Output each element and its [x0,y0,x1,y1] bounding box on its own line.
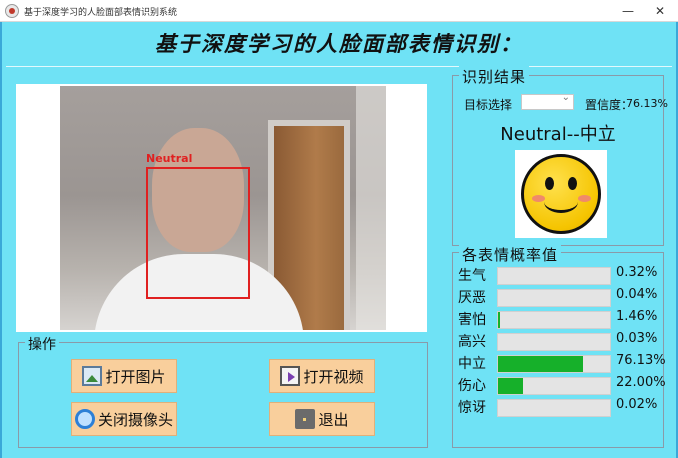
probability-row: 生气 0.32% [453,265,665,285]
camera-frame: Neutral [60,86,386,330]
probability-bar [497,355,611,373]
operations-group: 操作 打开图片 打开视频 关闭摄像头 退出 [18,334,428,448]
probability-row: 惊讶 0.02% [453,397,665,417]
probability-bar-fill [498,378,523,394]
result-legend: 识别结果 [459,66,530,87]
open-video-button[interactable]: 打开视频 [269,359,375,393]
video-icon [280,366,301,386]
emoji-right-eye [568,177,577,190]
probability-bar [497,289,611,307]
exit-button[interactable]: 退出 [269,402,375,436]
face-detection-box [146,167,250,299]
main-panel: 基于深度学习的人脸面部表情识别： Neutral 操作 打开图片 打开视频 关闭… [0,22,678,458]
probability-value: 0.04% [616,287,658,302]
probability-bar [497,311,611,329]
camera-icon [74,409,95,429]
probability-bar [497,377,611,395]
probability-value: 0.03% [616,331,658,346]
exit-door-icon [295,409,316,429]
probability-label: 伤心 [458,378,486,394]
window-titlebar: 基于深度学习的人脸面部表情识别系统 — ✕ [0,0,678,22]
smiley-face-icon [521,154,601,234]
probability-label: 中立 [458,356,486,372]
result-expression-text: Neutral--中立 [500,124,616,145]
target-select-label: 目标选择 [464,98,513,112]
probability-label: 高兴 [458,334,486,350]
probability-bar [497,267,611,285]
face-detection-label: Neutral [146,152,193,165]
probability-value: 0.02% [616,397,658,412]
open-image-button[interactable]: 打开图片 [71,359,177,393]
operations-legend: 操作 [25,334,59,354]
expression-emoji [515,150,607,238]
wall-light [356,86,386,330]
probability-bar [497,333,611,351]
video-display: Neutral [16,84,427,332]
window-title: 基于深度学习的人脸面部表情识别系统 [24,8,178,18]
app-icon [5,4,19,18]
open-image-label: 打开图片 [105,367,166,386]
recognition-result-group: 识别结果 目标选择 置信度： 76.13% Neutral--中立 [452,66,668,246]
close-button[interactable]: ✕ [646,0,674,22]
probability-row: 厌恶 0.04% [453,287,665,307]
open-video-label: 打开视频 [303,367,364,386]
emoji-left-eye [545,177,554,190]
minimize-button[interactable]: — [614,0,642,22]
probabilities-legend: 各表情概率值 [459,244,562,265]
confidence-value: 76.13% [626,97,668,110]
close-camera-label: 关闭摄像头 [97,410,173,429]
probability-label: 厌恶 [458,290,486,306]
expression-probabilities-group: 各表情概率值 生气 0.32% 厌恶 0.04% 害怕 1.46% 高兴 0.03% 中立 76.… [452,244,666,448]
probability-bar-fill [498,312,500,328]
target-select-dropdown[interactable] [521,92,574,110]
probability-bar [497,399,611,417]
probability-row: 中立 76.13% [453,353,666,373]
exit-label: 退出 [318,410,349,429]
probability-value: 1.46% [616,309,658,324]
probability-row: 伤心 22.00% [453,375,666,395]
emoji-mouth [544,191,578,213]
probability-value: 22.00% [616,375,666,390]
probability-value: 76.13% [616,353,666,368]
page-title: 基于深度学习的人脸面部表情识别： [155,31,523,56]
probability-row: 害怕 1.46% [453,309,665,329]
close-camera-button[interactable]: 关闭摄像头 [71,402,177,436]
probability-bar-fill [498,356,583,372]
image-icon [82,366,103,386]
probability-label: 害怕 [458,312,486,328]
probability-label: 惊讶 [458,400,486,416]
probability-row: 高兴 0.03% [453,331,665,351]
probability-label: 生气 [458,268,486,284]
title-divider [6,66,672,67]
emoji-right-cheek [578,195,591,202]
probability-value: 0.32% [616,265,658,280]
